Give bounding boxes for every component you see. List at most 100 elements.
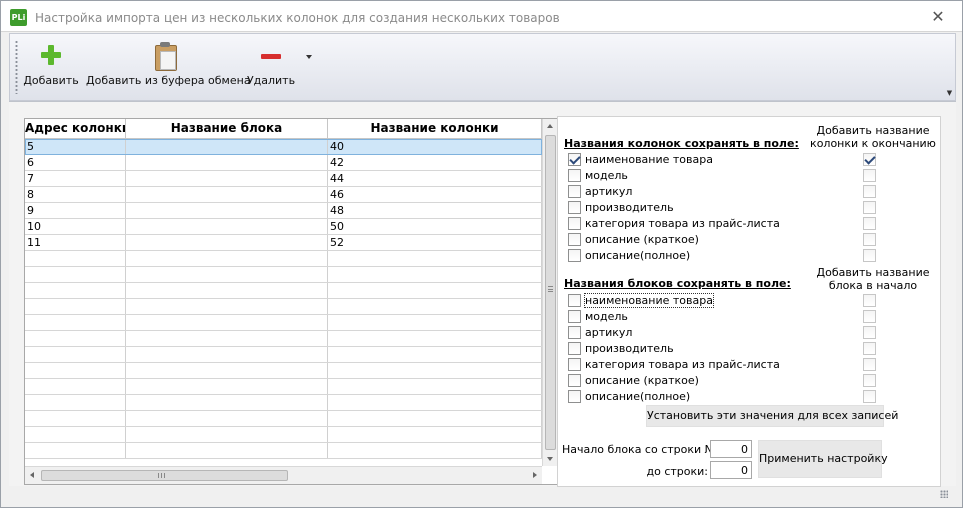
column-field-checkbox[interactable] [568, 248, 581, 262]
block-field-option-label[interactable]: описание(полное) [585, 390, 690, 403]
cell-address[interactable]: 7 [25, 171, 126, 186]
cell-block-name[interactable] [126, 443, 328, 458]
column-field-append-option[interactable] [863, 152, 876, 166]
scroll-left-icon[interactable] [30, 472, 34, 478]
column-field-checkbox[interactable] [568, 184, 581, 198]
column-field-append-option[interactable] [863, 168, 876, 182]
column-field-append-checkbox[interactable] [863, 184, 876, 198]
block-field-option[interactable]: производитель [568, 341, 674, 355]
cell-block-name[interactable] [126, 219, 328, 234]
table-row-empty[interactable] [25, 427, 542, 443]
column-field-append-checkbox[interactable] [863, 248, 876, 262]
cell-address[interactable] [25, 283, 126, 298]
cell-address[interactable] [25, 379, 126, 394]
set-all-records-button[interactable]: Установить эти значения для всех записей [646, 405, 898, 427]
delete-dropdown-arrow-icon[interactable] [306, 55, 312, 59]
cell-column-name[interactable] [328, 283, 542, 298]
apply-settings-button[interactable]: Применить настройку [758, 440, 888, 478]
block-field-append-option[interactable] [863, 325, 876, 339]
block-field-append-checkbox[interactable] [863, 293, 876, 307]
block-field-option-label[interactable]: категория товара из прайс-листа [585, 358, 780, 371]
column-field-append-checkbox[interactable] [863, 152, 876, 166]
block-field-append-checkbox[interactable] [863, 341, 876, 355]
cell-column-name[interactable] [328, 411, 542, 426]
vertical-scrollbar[interactable] [542, 119, 557, 466]
cell-column-name[interactable] [328, 395, 542, 410]
block-field-append-checkbox[interactable] [863, 389, 876, 403]
column-field-append-option[interactable] [863, 232, 876, 246]
block-field-option-label[interactable]: артикул [585, 326, 632, 339]
cell-address[interactable]: 8 [25, 187, 126, 202]
column-field-option[interactable]: модель [568, 168, 628, 182]
cell-block-name[interactable] [126, 331, 328, 346]
column-field-option-label[interactable]: описание(полное) [585, 249, 690, 262]
delete-button[interactable]: Удалить [246, 38, 296, 96]
end-row-input[interactable] [710, 461, 752, 479]
cell-block-name[interactable] [126, 315, 328, 330]
table-row[interactable]: 5 40 [25, 139, 542, 155]
table-row-empty[interactable] [25, 299, 542, 315]
block-field-option[interactable]: категория товара из прайс-листа [568, 357, 780, 371]
block-field-option[interactable]: описание (краткое) [568, 373, 699, 387]
column-field-option-label[interactable]: наименование товара [585, 153, 713, 166]
table-row[interactable]: 8 46 [25, 187, 542, 203]
block-field-option[interactable]: артикул [568, 325, 632, 339]
start-row-input[interactable] [710, 440, 752, 458]
close-button[interactable]: ✕ [928, 7, 948, 27]
table-row[interactable]: 10 50 [25, 219, 542, 235]
cell-address[interactable]: 9 [25, 203, 126, 218]
table-row-empty[interactable] [25, 347, 542, 363]
cell-column-name[interactable] [328, 379, 542, 394]
block-field-option[interactable]: наименование товара [568, 292, 714, 308]
cell-column-name[interactable] [328, 267, 542, 282]
cell-address[interactable] [25, 363, 126, 378]
table-row[interactable]: 6 42 [25, 155, 542, 171]
cell-block-name[interactable] [126, 235, 328, 250]
block-field-option[interactable]: описание(полное) [568, 389, 690, 403]
horizontal-scrollbar[interactable] [25, 466, 542, 484]
column-header-address[interactable]: Адрес колонки [25, 119, 126, 138]
cell-block-name[interactable] [126, 363, 328, 378]
column-field-option-label[interactable]: модель [585, 169, 628, 182]
table-row[interactable]: 9 48 [25, 203, 542, 219]
block-field-append-option[interactable] [863, 357, 876, 371]
column-field-checkbox[interactable] [568, 152, 581, 166]
table-row-empty[interactable] [25, 315, 542, 331]
column-field-append-option[interactable] [863, 216, 876, 230]
column-field-checkbox[interactable] [568, 200, 581, 214]
table-row-empty[interactable] [25, 283, 542, 299]
column-field-option[interactable]: производитель [568, 200, 674, 214]
block-field-checkbox[interactable] [568, 309, 581, 323]
column-header-block-name[interactable]: Название блока [126, 119, 328, 138]
column-field-append-option[interactable] [863, 184, 876, 198]
toolbar-grip[interactable] [15, 40, 18, 94]
horizontal-scroll-thumb[interactable] [41, 470, 288, 481]
cell-address[interactable] [25, 267, 126, 282]
cell-column-name[interactable]: 46 [328, 187, 542, 202]
column-field-option[interactable]: наименование товара [568, 152, 713, 166]
cell-address[interactable] [25, 299, 126, 314]
add-from-clipboard-button[interactable]: Добавить из буфера обмена [86, 38, 251, 96]
cell-address[interactable]: 11 [25, 235, 126, 250]
block-field-option-label[interactable]: модель [585, 310, 628, 323]
block-field-checkbox[interactable] [568, 341, 581, 355]
block-field-append-checkbox[interactable] [863, 357, 876, 371]
cell-address[interactable] [25, 427, 126, 442]
block-field-option-label[interactable]: наименование товара [584, 292, 714, 308]
table-row-empty[interactable] [25, 395, 542, 411]
cell-column-name[interactable]: 48 [328, 203, 542, 218]
scroll-down-icon[interactable] [547, 457, 553, 461]
block-field-checkbox[interactable] [568, 357, 581, 371]
block-field-append-option[interactable] [863, 373, 876, 387]
cell-column-name[interactable] [328, 299, 542, 314]
table-row-empty[interactable] [25, 251, 542, 267]
cell-column-name[interactable] [328, 443, 542, 458]
cell-block-name[interactable] [126, 267, 328, 282]
column-field-append-checkbox[interactable] [863, 232, 876, 246]
cell-block-name[interactable] [126, 379, 328, 394]
table-row-empty[interactable] [25, 379, 542, 395]
cell-block-name[interactable] [126, 299, 328, 314]
scroll-up-icon[interactable] [547, 124, 553, 128]
cell-block-name[interactable] [126, 203, 328, 218]
cell-column-name[interactable] [328, 315, 542, 330]
